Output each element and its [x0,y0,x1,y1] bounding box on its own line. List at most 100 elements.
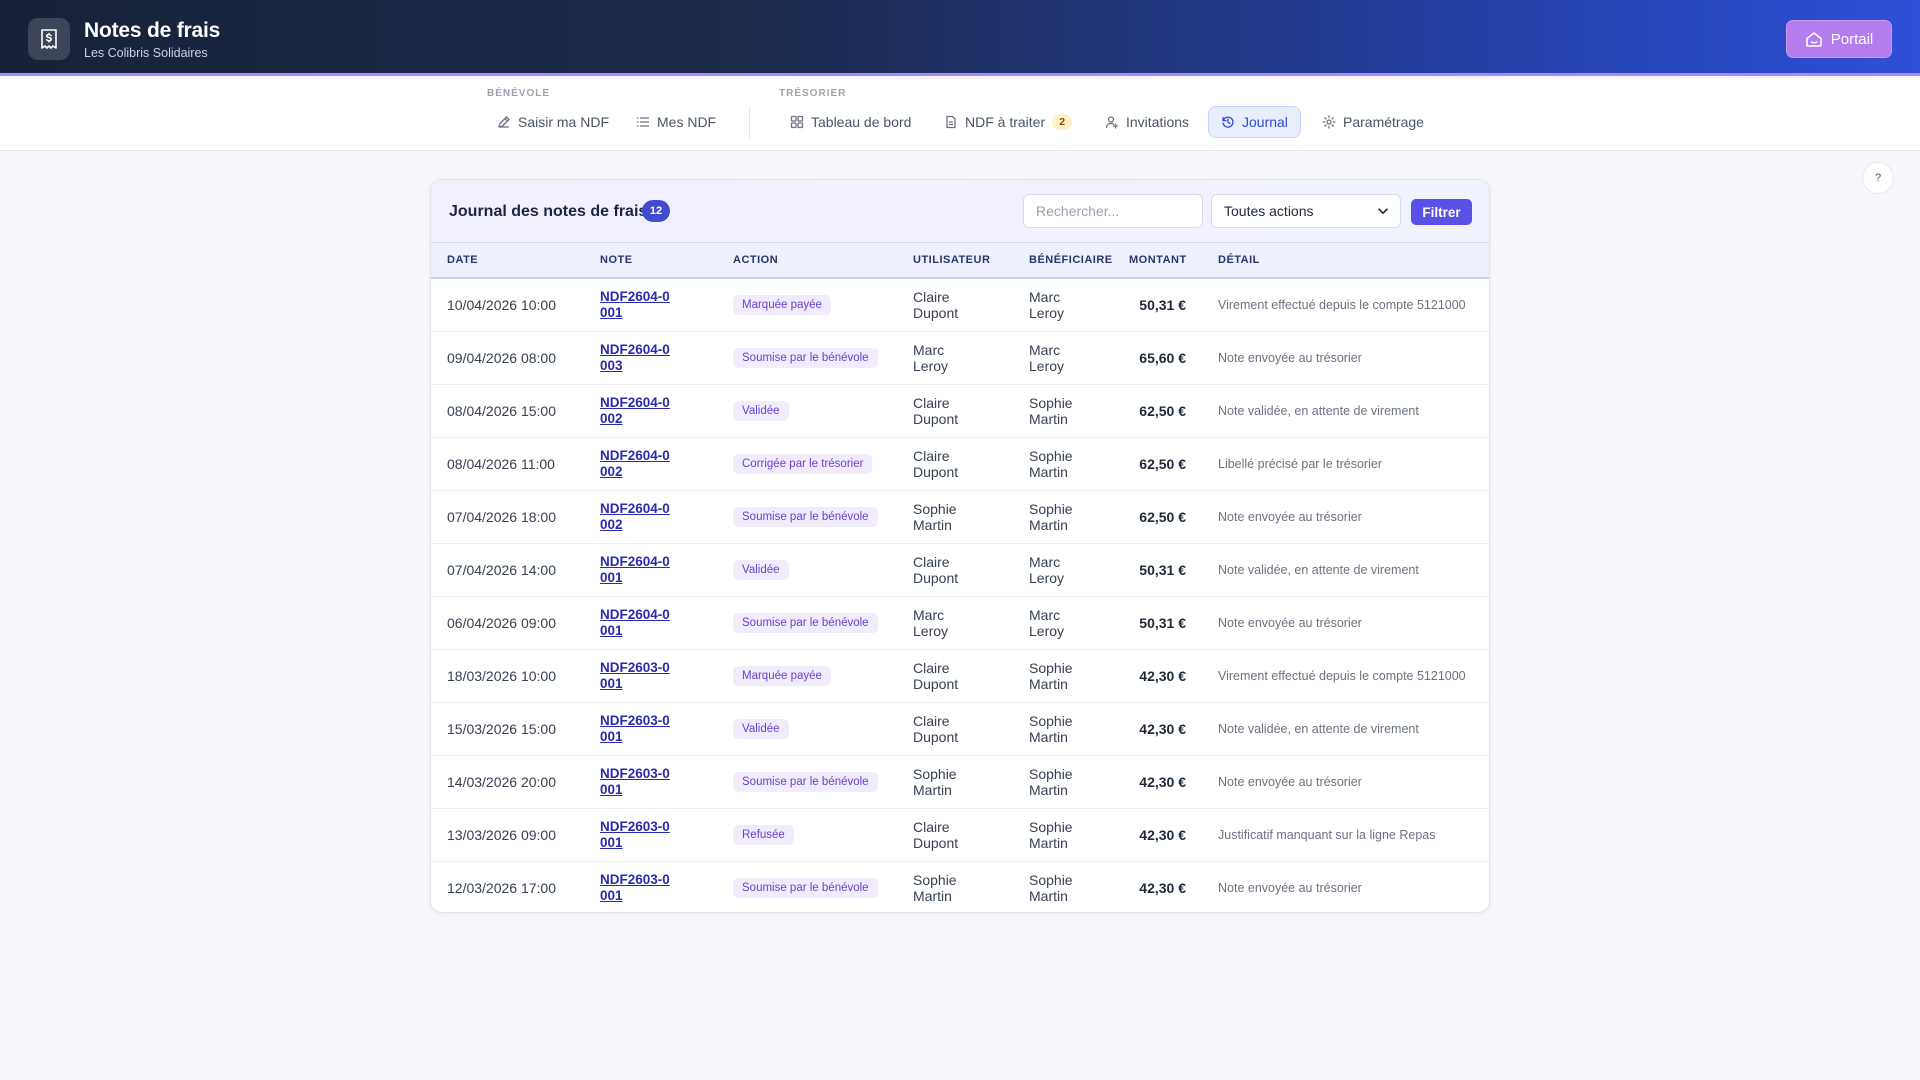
note-link[interactable]: NDF2604-0001 [600,554,672,586]
note-link[interactable]: NDF2604-0001 [600,607,672,639]
row-beneficiary: Marc Leroy [1029,606,1065,639]
action-badge: Marquée payée [733,294,831,315]
organization-name: Les Colibris Solidaires [84,46,208,60]
note-link[interactable]: NDF2604-0002 [600,395,672,427]
journal-table: DATE NOTE ACTION UTILISATEUR BÉNÉFICIAIR… [431,243,1489,912]
row-date: 18/03/2026 10:00 [447,667,556,684]
row-user: Claire Dupont [913,447,959,480]
nav-item-label: NDF à traiter [965,114,1046,130]
journal-card-header: Journal des notes de frais 12 Toutes act… [431,180,1489,243]
row-beneficiary: Sophie Martin [1029,871,1073,904]
row-beneficiary: Marc Leroy [1029,341,1065,374]
note-link[interactable]: NDF2604-0003 [600,342,672,374]
nav-item-mes-ndf[interactable]: Mes NDF [624,106,728,138]
row-detail: Virement effectué depuis le compte 51210… [1218,668,1466,683]
row-user: Sophie Martin [913,871,957,904]
table-header-row: DATE NOTE ACTION UTILISATEUR BÉNÉFICIAIR… [431,243,1489,279]
row-user: Claire Dupont [913,659,959,692]
action-badge: Soumise par le bénévole [733,877,878,898]
row-date: 15/03/2026 15:00 [447,720,556,737]
history-icon [1222,116,1234,128]
row-user: Claire Dupont [913,288,959,321]
table-row: 06/04/2026 09:00 NDF2604-0001 Soumise par … [431,596,1489,649]
app-header: Notes de frais Les Colibris Solidaires P… [0,0,1920,76]
table-row: 18/03/2026 10:00 NDF2603-0001 Marquée payé… [431,649,1489,702]
nav-item-journal[interactable]: Journal [1208,106,1301,138]
nav-divider [749,107,750,139]
column-header-beneficiary[interactable]: BÉNÉFICIAIRE [1013,243,1129,279]
portal-button[interactable]: Portail [1786,20,1892,58]
row-date: 07/04/2026 18:00 [447,508,556,525]
note-link[interactable]: NDF2604-0001 [600,289,672,321]
row-amount: 50,31 € [1139,614,1186,631]
nav-item-parametrage[interactable]: Paramétrage [1310,106,1436,138]
column-header-user[interactable]: UTILISATEUR [897,243,1013,279]
nav-item-label: Mes NDF [657,114,717,130]
action-badge: Soumise par le bénévole [733,506,878,527]
row-user: Sophie Martin [913,500,957,533]
column-header-date[interactable]: DATE [431,243,584,279]
row-user: Claire Dupont [913,394,959,427]
journal-title: Journal des notes de frais [449,203,648,220]
row-amount: 50,31 € [1139,296,1186,313]
note-link[interactable]: NDF2603-0001 [600,819,672,851]
nav-item-label: Journal [1242,114,1288,130]
table-row: 13/03/2026 09:00 NDF2603-0001 Refusée Clair… [431,808,1489,861]
row-date: 10/04/2026 10:00 [447,296,556,313]
table-row: 15/03/2026 15:00 NDF2603-0001 Validée Clair… [431,702,1489,755]
row-date: 07/04/2026 14:00 [447,561,556,578]
nav-item-ndf-a-traiter[interactable]: NDF à traiter 2 [932,106,1084,138]
search-input[interactable] [1023,194,1203,228]
table-row: 08/04/2026 15:00 NDF2604-0002 Validée Clair… [431,384,1489,437]
column-header-amount[interactable]: MONTANT [1129,243,1202,279]
note-link[interactable]: NDF2604-0002 [600,501,672,533]
row-detail: Note envoyée au trésorier [1218,774,1362,789]
row-user: Marc Leroy [913,341,949,374]
home-icon [1805,32,1822,47]
app-title: Notes de frais [84,19,221,42]
column-header-detail[interactable]: DÉTAIL [1202,243,1489,279]
note-link[interactable]: NDF2603-0001 [600,713,672,745]
table-row: 07/04/2026 18:00 NDF2604-0002 Soumise par … [431,490,1489,543]
note-link[interactable]: NDF2604-0002 [600,448,672,480]
row-amount: 42,30 € [1139,826,1186,843]
nav-item-tableau-de-bord[interactable]: Tableau de bord [778,106,923,138]
nav-item-invitations[interactable]: Invitations [1093,106,1201,138]
nav-group-benevole: BÉNÉVOLE [487,88,551,99]
row-amount: 62,50 € [1139,402,1186,419]
column-header-note[interactable]: NOTE [584,243,717,279]
row-date: 13/03/2026 09:00 [447,826,556,843]
action-filter-value: Toutes actions [1224,203,1314,219]
action-filter-select[interactable]: Toutes actions [1211,194,1401,228]
chevron-down-icon [1378,207,1388,214]
help-button[interactable]: ? [1862,162,1894,194]
table-row: 12/03/2026 17:00 NDF2603-0001 Soumise par … [431,861,1489,912]
row-detail: Note validée, en attente de virement [1218,562,1419,577]
table-row: 07/04/2026 14:00 NDF2604-0001 Validée Clair… [431,543,1489,596]
note-link[interactable]: NDF2603-0001 [600,660,672,692]
row-beneficiary: Sophie Martin [1029,765,1073,798]
nav-item-label: Paramétrage [1343,114,1424,130]
row-amount: 62,50 € [1139,508,1186,525]
note-link[interactable]: NDF2603-0001 [600,872,672,904]
row-beneficiary: Sophie Martin [1029,659,1073,692]
row-beneficiary: Sophie Martin [1029,447,1073,480]
action-badge: Corrigée par le trésorier [733,453,873,474]
row-beneficiary: Sophie Martin [1029,712,1073,745]
user-plus-icon [1105,116,1119,129]
filter-button[interactable]: Filtrer [1411,199,1472,225]
row-user: Sophie Martin [913,765,957,798]
nav-item-saisir-ndf[interactable]: Saisir ma NDF [485,106,621,138]
action-badge: Soumise par le bénévole [733,347,878,368]
row-user: Marc Leroy [913,606,949,639]
column-header-action[interactable]: ACTION [717,243,897,279]
note-link[interactable]: NDF2603-0001 [600,766,672,798]
row-detail: Note validée, en attente de virement [1218,403,1419,418]
row-beneficiary: Sophie Martin [1029,500,1073,533]
row-date: 12/03/2026 17:00 [447,879,556,896]
row-amount: 42,30 € [1139,720,1186,737]
pending-count-badge: 2 [1052,114,1073,130]
receipt-icon [28,18,70,60]
row-beneficiary: Marc Leroy [1029,553,1065,586]
action-badge: Soumise par le bénévole [733,612,878,633]
